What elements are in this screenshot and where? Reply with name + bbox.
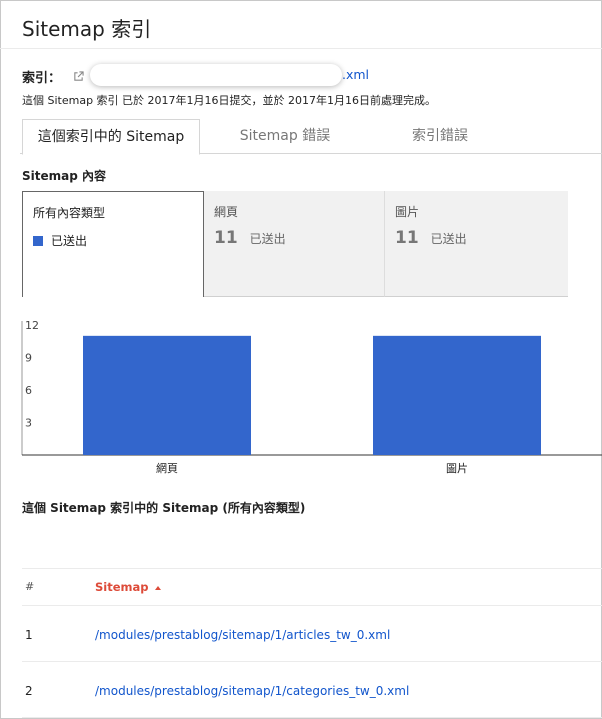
card-stat: 11 已送出: [395, 228, 467, 248]
tab-sitemaps-in-index[interactable]: 這個索引中的 Sitemap: [22, 119, 200, 155]
row-number: 2: [25, 684, 33, 698]
submitted-label: 已送出: [430, 232, 467, 246]
card-images[interactable]: 圖片 11 已送出: [385, 191, 568, 297]
card-label: 圖片: [395, 205, 420, 219]
sort-ascending-icon: [154, 585, 161, 590]
y-tick-label: 3: [25, 417, 32, 430]
header-divider: [0, 48, 602, 49]
submitted-bar-chart: 3 6 9 12 網頁 圖片: [21, 319, 602, 475]
bar: [83, 335, 251, 455]
table-header: # Sitemap: [22, 568, 602, 606]
sitemap-link[interactable]: /modules/prestablog/sitemap/1/categories…: [95, 684, 409, 698]
table-row: 2 /modules/prestablog/sitemap/1/categori…: [22, 662, 602, 718]
bar: [373, 335, 541, 455]
tab-bar: 這個索引中的 Sitemap Sitemap 錯誤 索引錯誤: [20, 119, 602, 155]
card-label: 所有內容類型: [33, 206, 106, 220]
submitted-count: 11: [214, 228, 238, 248]
column-header-number: #: [25, 580, 35, 593]
submitted-count: 11: [395, 228, 419, 248]
page-title: Sitemap 索引: [22, 17, 152, 41]
external-link-icon[interactable]: [73, 70, 84, 82]
submitted-label: 已送出: [249, 232, 286, 246]
column-header-sitemap-sort[interactable]: Sitemap: [95, 580, 161, 594]
chart-legend: 已送出: [33, 232, 87, 249]
card-label: 網頁: [214, 205, 239, 219]
sitemap-list-title: 這個 Sitemap 索引中的 Sitemap (所有內容類型): [22, 501, 306, 515]
y-tick-label: 6: [25, 384, 32, 397]
legend-swatch: [33, 235, 43, 246]
x-tick-label: 圖片: [446, 462, 468, 475]
card-web-pages[interactable]: 網頁 11 已送出: [204, 191, 385, 297]
submission-status: 這個 Sitemap 索引 已於 2017年1月16日提交，並於 2017年1月…: [22, 94, 437, 107]
y-tick-label: 12: [25, 319, 39, 332]
tab-sitemap-errors[interactable]: Sitemap 錯誤: [216, 119, 354, 154]
content-section-title: Sitemap 內容: [22, 169, 107, 183]
y-tick-label: 9: [25, 352, 32, 365]
card-stat: 11 已送出: [214, 228, 286, 248]
sitemap-table: # Sitemap 1 /modules/prestablog/sitemap/…: [22, 568, 602, 718]
sitemap-link[interactable]: /modules/prestablog/sitemap/1/articles_t…: [95, 628, 390, 642]
row-number: 1: [25, 628, 33, 642]
legend-label: 已送出: [51, 234, 88, 248]
tab-index-errors[interactable]: 索引錯誤: [370, 119, 510, 154]
index-url-link[interactable]: .xml: [342, 67, 369, 82]
card-all-content-types[interactable]: 所有內容類型 已送出: [22, 191, 204, 297]
index-row: 索引：: [22, 66, 84, 86]
x-tick-label: 網頁: [156, 461, 178, 475]
index-label: 索引：: [22, 70, 62, 86]
column-header-sitemap-label: Sitemap: [95, 580, 149, 594]
redacted-url-pill: [90, 64, 342, 86]
table-row: 1 /modules/prestablog/sitemap/1/articles…: [22, 606, 602, 662]
